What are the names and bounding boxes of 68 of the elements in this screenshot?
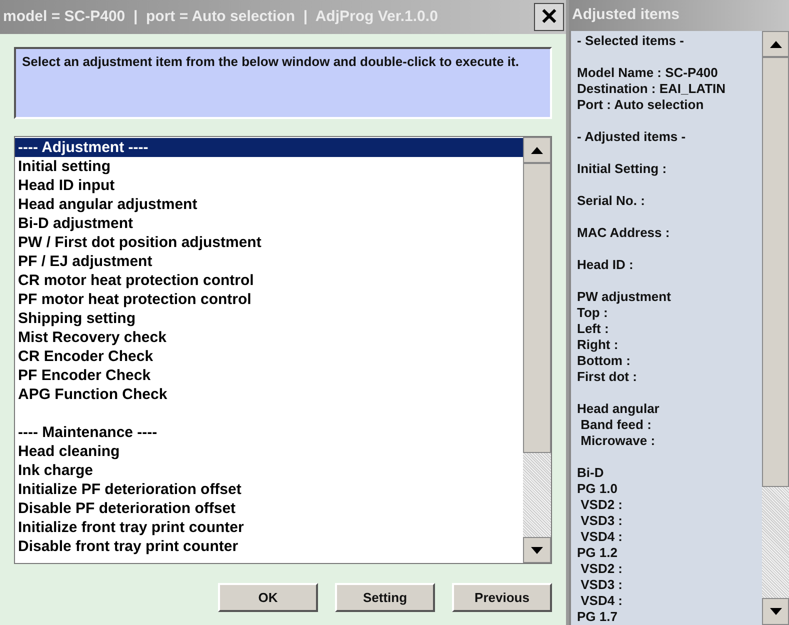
list-item[interactable]: CR motor heat protection control bbox=[15, 271, 523, 290]
list-item[interactable]: ---- Maintenance ---- bbox=[15, 423, 523, 442]
list-item[interactable]: Ink charge bbox=[15, 461, 523, 480]
panel-text: Port : Auto selection bbox=[577, 97, 705, 113]
scroll-down-button[interactable] bbox=[762, 598, 789, 625]
panel-text: Destination : EAI_LATIN bbox=[577, 81, 727, 97]
list-item[interactable]: Initial setting bbox=[15, 157, 523, 176]
list-item[interactable]: PF Encoder Check bbox=[15, 366, 523, 385]
scroll-up-button[interactable] bbox=[523, 137, 551, 163]
list-item[interactable]: PW / First dot position adjustment bbox=[15, 233, 523, 252]
panel-text: VSD3 : bbox=[580, 513, 624, 529]
panel-text: PG 1.0 bbox=[577, 481, 618, 497]
list-item[interactable]: Bi-D adjustment bbox=[15, 214, 523, 233]
panel-text: Initial Setting : bbox=[577, 161, 668, 177]
list-item[interactable]: Disable PF deterioration offset bbox=[15, 499, 523, 518]
close-button[interactable]: ✕ bbox=[534, 3, 564, 31]
scrollbar[interactable] bbox=[523, 137, 551, 563]
up-arrow-icon bbox=[770, 40, 782, 48]
list-item[interactable]: Mist Recovery check bbox=[15, 328, 523, 347]
panel-text: Microwave : bbox=[580, 433, 656, 449]
panel-title: Adjusted items bbox=[572, 5, 680, 26]
panel-text: - Adjusted items - bbox=[577, 129, 687, 145]
list-item[interactable]: Initialize front tray print counter bbox=[15, 518, 523, 537]
panel-text: MAC Address : bbox=[577, 225, 671, 241]
panel-text: Bi-D bbox=[577, 465, 605, 481]
panel-text: VSD3 : bbox=[580, 577, 624, 593]
list-item[interactable]: Head ID input bbox=[15, 176, 523, 195]
dialog-button[interactable]: Setting bbox=[335, 583, 435, 612]
panel-text: VSD4 : bbox=[580, 593, 624, 609]
panel-text: PW adjustment bbox=[577, 289, 672, 305]
list-item[interactable]: PF motor heat protection control bbox=[15, 290, 523, 309]
scroll-thumb[interactable] bbox=[523, 163, 551, 453]
list-item[interactable]: ---- Adjustment ---- bbox=[15, 138, 523, 157]
panel-text: PG 1.7 bbox=[577, 609, 618, 625]
panel-text: Bottom : bbox=[577, 353, 632, 369]
down-arrow-icon bbox=[770, 608, 782, 615]
panel-text: VSD4 : bbox=[580, 529, 624, 545]
scroll-up-button[interactable] bbox=[762, 31, 789, 57]
panel-text: - Selected items - bbox=[577, 33, 685, 49]
panel-text: Right : bbox=[577, 337, 620, 353]
list-item[interactable]: PF / EJ adjustment bbox=[15, 252, 523, 271]
panel-text: Serial No. : bbox=[577, 193, 646, 209]
dialog-button[interactable]: OK bbox=[218, 583, 318, 612]
panel-text: Left : bbox=[577, 321, 610, 337]
panel-text: VSD2 : bbox=[580, 497, 624, 513]
panel-text: Top : bbox=[577, 305, 609, 321]
panel-text: Head angular bbox=[577, 401, 660, 417]
window-title: model = SC-P400 | port = Auto selection | AdjProg Ver.1.0.0 bbox=[3, 6, 438, 27]
list-item[interactable]: Shipping setting bbox=[15, 309, 523, 328]
list-item[interactable]: Head angular adjustment bbox=[15, 195, 523, 214]
panel-text: Band feed : bbox=[580, 417, 652, 433]
scrollbar[interactable] bbox=[762, 31, 789, 625]
list-item[interactable]: Head cleaning bbox=[15, 442, 523, 461]
up-arrow-icon bbox=[531, 146, 543, 154]
list-item[interactable]: APG Function Check bbox=[15, 385, 523, 404]
panel-text: VSD2 : bbox=[580, 561, 624, 577]
down-arrow-icon bbox=[531, 546, 543, 554]
panel-text: First dot : bbox=[577, 369, 638, 385]
list-item[interactable]: CR Encoder Check bbox=[15, 347, 523, 366]
scroll-thumb[interactable] bbox=[762, 57, 789, 487]
panel-text: Head ID : bbox=[577, 257, 634, 273]
panel-text: PG 1.2 bbox=[577, 545, 618, 561]
scroll-down-button[interactable] bbox=[523, 537, 551, 563]
panel-text: Model Name : SC-P400 bbox=[577, 65, 719, 81]
dialog-button[interactable]: Previous bbox=[452, 583, 552, 612]
list-item[interactable]: Disable front tray print counter bbox=[15, 537, 523, 556]
instruction-text: Select an adjustment item from the below window and double-click to execute it. bbox=[14, 47, 552, 119]
list-item[interactable]: Initialize PF deterioration offset bbox=[15, 480, 523, 499]
